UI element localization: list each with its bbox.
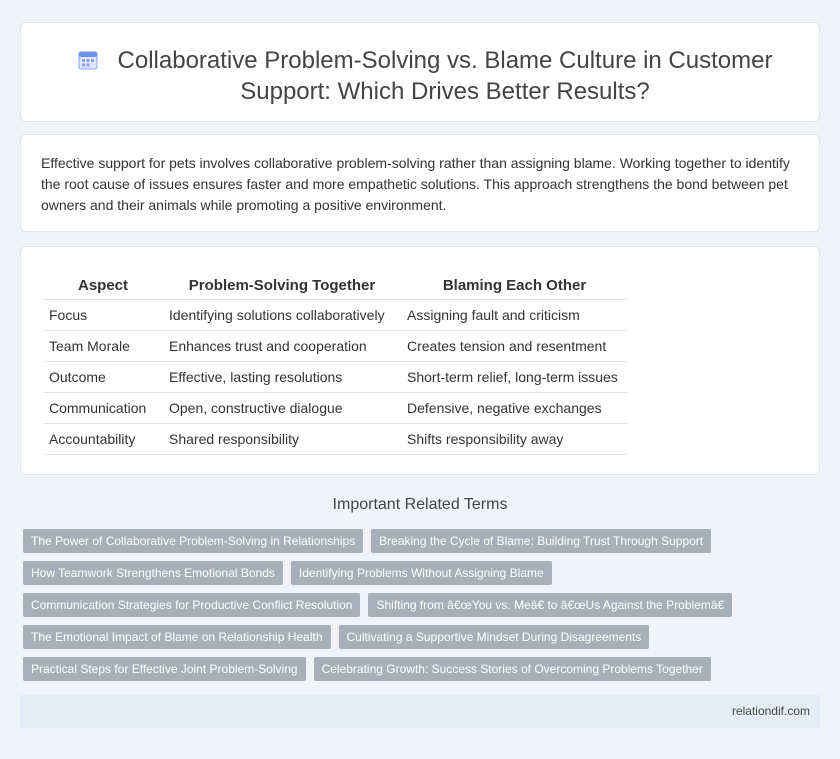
comparison-card: Aspect Problem-Solving Together Blaming … [20, 246, 820, 475]
table-cell: Team Morale [43, 330, 163, 362]
table-cell: Effective, lasting resolutions [163, 361, 401, 393]
related-term-link[interactable]: The Emotional Impact of Blame on Relatio… [23, 625, 331, 649]
footer: relationdif.com [20, 695, 820, 728]
table-header-aspect: Aspect [43, 271, 163, 300]
table-cell: Assigning fault and criticism [401, 299, 628, 331]
intro-card: Effective support for pets involves coll… [20, 134, 820, 232]
table-cell: Defensive, negative exchanges [401, 392, 628, 424]
intro-text: Effective support for pets involves coll… [41, 155, 790, 213]
table-cell: Accountability [43, 423, 163, 455]
table-cell: Focus [43, 299, 163, 331]
related-term-link[interactable]: Cultivating a Supportive Mindset During … [338, 625, 650, 649]
table-cell: Identifying solutions collaboratively [163, 299, 401, 331]
related-term-link[interactable]: Celebrating Growth: Success Stories of O… [313, 657, 711, 681]
related-term-link[interactable]: Practical Steps for Effective Joint Prob… [23, 657, 306, 681]
related-term-link[interactable]: Communication Strategies for Productive … [23, 593, 361, 617]
related-term-link[interactable]: Breaking the Cycle of Blame: Building Tr… [371, 529, 712, 553]
table-cell: Shifts responsibility away [401, 423, 628, 455]
related-term-link[interactable]: Shifting from â€œYou vs. Meâ€ to â€œUs A… [368, 593, 733, 617]
table-cell: Communication [43, 392, 163, 424]
page-title: Collaborative Problem-Solving vs. Blame … [117, 47, 773, 105]
comparison-table: Aspect Problem-Solving Together Blaming … [43, 271, 628, 455]
table-row: Communication Open, constructive dialogu… [43, 392, 628, 424]
table-row: Focus Identifying solutions collaborativ… [43, 299, 628, 331]
table-cell: Shared responsibility [163, 423, 401, 455]
related-terms-title: Important Related Terms [332, 496, 508, 513]
table-cell: Short-term relief, long-term issues [401, 361, 628, 393]
related-term-link[interactable]: How Teamwork Strengthens Emotional Bonds [23, 561, 283, 585]
table-cell: Creates tension and resentment [401, 330, 628, 362]
table-cell: Open, constructive dialogue [163, 392, 401, 424]
related-terms-list: The Power of Collaborative Problem-Solvi… [23, 529, 823, 689]
calendar-icon [78, 51, 98, 70]
header-card: Collaborative Problem-Solving vs. Blame … [20, 22, 820, 122]
related-term-link[interactable]: The Power of Collaborative Problem-Solvi… [23, 529, 364, 553]
table-header-blaming: Blaming Each Other [401, 271, 628, 300]
table-row: Accountability Shared responsibility Shi… [43, 423, 628, 455]
table-cell: Outcome [43, 361, 163, 393]
table-cell: Enhances trust and cooperation [163, 330, 401, 362]
table-header-together: Problem-Solving Together [163, 271, 401, 300]
related-term-link[interactable]: Identifying Problems Without Assigning B… [290, 561, 552, 585]
table-row: Team Morale Enhances trust and cooperati… [43, 330, 628, 362]
table-row: Outcome Effective, lasting resolutions S… [43, 361, 628, 393]
footer-site[interactable]: relationdif.com [732, 704, 810, 718]
